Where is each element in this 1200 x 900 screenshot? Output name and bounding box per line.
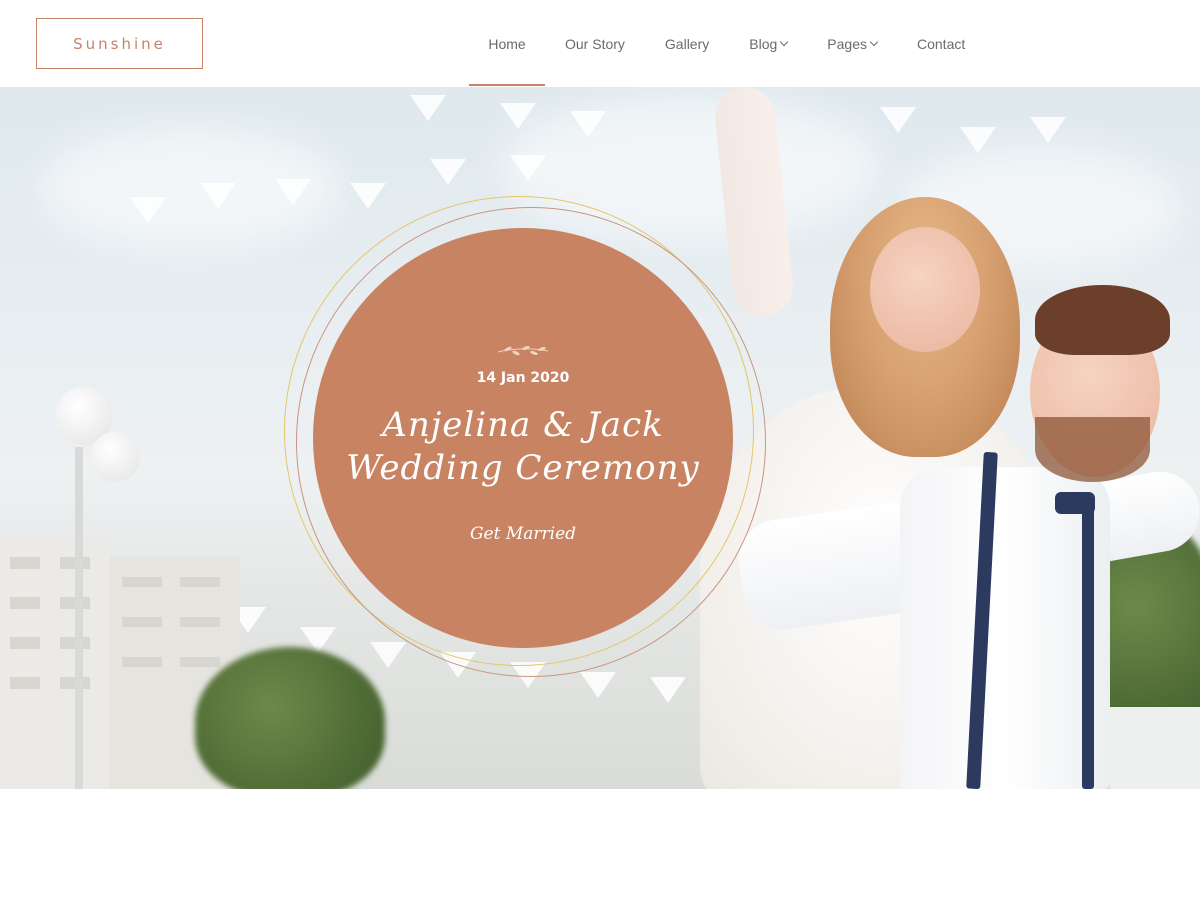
chevron-down-icon: [780, 37, 789, 46]
logo-text: Sunshine: [73, 34, 166, 53]
bunting-flag: [1030, 117, 1066, 143]
building-window: [10, 597, 40, 609]
hero-subtitle: Get Married: [469, 524, 577, 544]
bunting-flag: [410, 95, 446, 121]
bunting-flag: [960, 127, 996, 153]
background-tree: [195, 647, 385, 789]
lamp-globe: [90, 432, 140, 482]
bunting-flag: [570, 111, 606, 137]
groom-shirt: [900, 467, 1110, 789]
background-building: [1110, 707, 1200, 789]
background-building: [0, 537, 110, 789]
groom-bowtie: [1055, 492, 1095, 514]
nav-label: Gallery: [664, 35, 710, 52]
nav-label: Contact: [917, 35, 966, 52]
bunting-flag: [275, 179, 311, 205]
building-window: [180, 617, 220, 627]
nav-item-gallery[interactable]: Gallery: [645, 0, 729, 87]
nav-label: Pages: [827, 35, 867, 52]
nav-item-contact[interactable]: Contact: [897, 0, 985, 87]
hero-title-line: Anjelina & Jack: [382, 405, 664, 445]
bunting-flag: [510, 155, 546, 181]
building-window: [180, 577, 220, 587]
site-header: Sunshine Home Our Story Gallery Blog Pag…: [0, 0, 1200, 87]
nav-label: Our Story: [565, 35, 625, 52]
bunting-flag: [200, 183, 236, 209]
lamp-post: [75, 447, 83, 789]
hero-banner: 14 Jan 2020 Anjelina & Jack Wedding Cere…: [0, 87, 1200, 789]
bunting-flag: [350, 183, 386, 209]
building-window: [10, 557, 40, 569]
building-window: [10, 677, 40, 689]
groom-suspender: [1082, 507, 1094, 789]
hero-title-line: Wedding Ceremony: [346, 448, 700, 488]
event-date: 14 Jan 2020: [476, 370, 570, 386]
site-logo[interactable]: Sunshine: [36, 18, 203, 69]
building-window: [122, 577, 162, 587]
main-nav: Home Our Story Gallery Blog Pages Contac…: [469, 0, 985, 87]
bunting-flag: [130, 197, 166, 223]
building-window: [122, 617, 162, 627]
nav-label: Home: [488, 35, 526, 52]
building-window: [122, 657, 162, 667]
bunting-flag: [580, 672, 616, 698]
chevron-down-icon: [869, 37, 879, 46]
nav-item-our-story[interactable]: Our Story: [545, 0, 645, 87]
hero-circle: 14 Jan 2020 Anjelina & Jack Wedding Cere…: [313, 228, 733, 648]
nav-item-pages[interactable]: Pages: [807, 0, 897, 87]
bunting-flag: [650, 677, 686, 703]
nav-item-home[interactable]: Home: [469, 0, 545, 87]
groom-beard: [1035, 417, 1150, 482]
bride-face: [870, 227, 980, 352]
bunting-flag: [500, 103, 536, 129]
leaf-sprig-icon: [497, 345, 549, 356]
nav-label: Blog: [749, 35, 778, 52]
bunting-flag: [370, 642, 406, 668]
building-window: [10, 637, 40, 649]
groom-hair: [1035, 285, 1170, 355]
bunting-flag: [880, 107, 916, 133]
bunting-flag: [430, 159, 466, 185]
hero-title: Anjelina & Jack Wedding Ceremony: [346, 404, 700, 490]
building-window: [180, 657, 220, 667]
nav-item-blog[interactable]: Blog: [729, 0, 807, 87]
